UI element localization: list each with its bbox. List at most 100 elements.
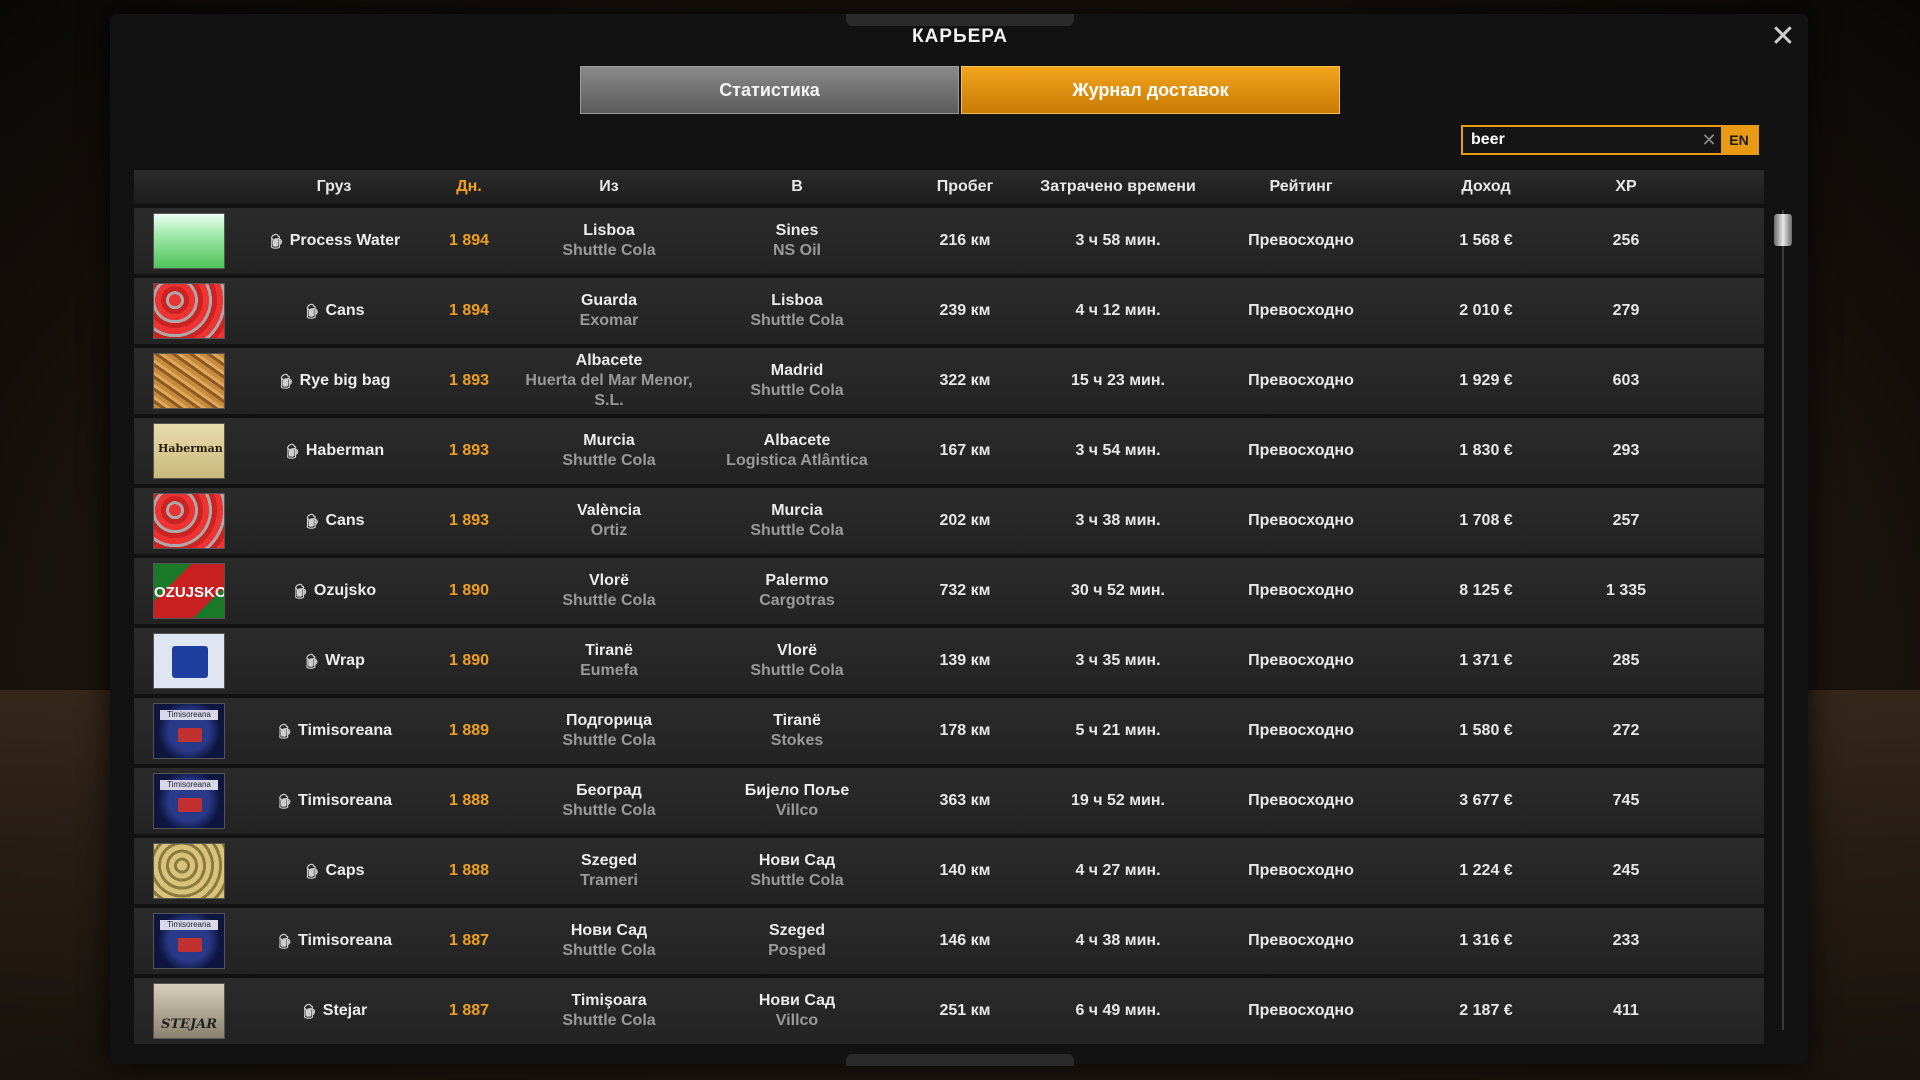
table-row[interactable]: 🍺︎ Rye big bag 1 893 Albacete Huerta del Mar… — [134, 348, 1764, 414]
rating-cell: Превосходно — [1248, 932, 1354, 949]
cargo-cell: 🍺︎ Haberman — [244, 442, 424, 461]
clear-search-icon[interactable]: ✕ — [1697, 130, 1721, 151]
process-water-thumb — [153, 213, 225, 269]
table-row[interactable]: 🍺︎ Cans 1 894 Guarda Exomar Lisboa Shuttle Col… — [134, 278, 1764, 344]
scrollbar-thumb[interactable] — [1774, 214, 1792, 246]
to-cell: Szeged Posped — [704, 921, 890, 961]
header-income[interactable]: Доход — [1406, 178, 1566, 196]
xp-cell: 256 — [1612, 232, 1640, 249]
xp-cell: 293 — [1612, 442, 1640, 459]
cargo-cell: 🍺︎ Wrap — [244, 652, 424, 671]
cargo-cell: 🍺︎ Caps — [244, 862, 424, 881]
delivery-log-table: Груз Дн. Из В Пробег Затрачено времени Р… — [134, 170, 1764, 1044]
from-city: Нови Сад — [570, 922, 648, 939]
day-cell: 1 890 — [448, 582, 490, 599]
to-city: Vlorë — [776, 642, 817, 659]
time-cell: 19 ч 52 мин. — [1071, 792, 1165, 809]
day-cell: 1 887 — [448, 932, 490, 949]
time-cell: 30 ч 52 мин. — [1071, 582, 1165, 599]
from-cell: València Ortiz — [514, 501, 704, 541]
from-cell: Vlorë Shuttle Cola — [514, 571, 704, 611]
header-day[interactable]: Дн. — [424, 178, 514, 196]
close-icon[interactable]: ✕ — [1768, 22, 1798, 52]
table-row[interactable]: OZUJSKO 🍺︎ Ozujsko 1 890 Vlorë Shuttle Cola Pa… — [134, 558, 1764, 624]
to-cell: Vlorë Shuttle Cola — [704, 641, 890, 681]
income-cell: 1 580 € — [1459, 722, 1513, 739]
income-cell: 1 568 € — [1459, 232, 1513, 249]
table-row[interactable]: Timisoreana 🍺︎ Timisoreana 1 889 Подгорица Sh… — [134, 698, 1764, 764]
from-city: Tiranë — [585, 642, 633, 659]
cargo-name: Timisoreana — [298, 791, 392, 809]
to-city: Нови Сад — [758, 852, 836, 869]
cargo-name: Cans — [325, 511, 365, 529]
xp-cell: 285 — [1612, 652, 1640, 669]
income-cell: 2 187 € — [1459, 1002, 1513, 1019]
table-row[interactable]: Timisoreana 🍺︎ Timisoreana 1 887 Нови Сад Shu… — [134, 908, 1764, 974]
table-row[interactable]: STEJAR 🍺︎ Stejar 1 887 Timişoara Shuttle Cola… — [134, 978, 1764, 1044]
distance-cell: 139 км — [939, 652, 991, 669]
table-row[interactable]: 🍺︎ Caps 1 888 Szeged Trameri Нови Сад Shuttle … — [134, 838, 1764, 904]
rating-cell: Превосходно — [1248, 372, 1354, 389]
to-company: Shuttle Cola — [750, 312, 844, 329]
caps-thumb — [153, 843, 225, 899]
header-xp[interactable]: XP — [1566, 178, 1686, 196]
scrollbar-track[interactable] — [1782, 210, 1784, 1030]
beer-mug-icon: 🍺︎ — [276, 932, 294, 949]
time-cell: 3 ч 58 мин. — [1075, 232, 1161, 249]
stejar-thumb: STEJAR — [153, 983, 225, 1039]
table-row[interactable]: 🍺︎ Process Water 1 894 Lisboa Shuttle Cola Si… — [134, 208, 1764, 274]
xp-cell: 272 — [1612, 722, 1640, 739]
from-company: Huerta del Mar Menor, S.L. — [525, 372, 693, 409]
distance-cell: 178 км — [939, 722, 991, 739]
to-city: Нови Сад — [758, 992, 836, 1009]
window-bottom-notch — [846, 1054, 1074, 1066]
from-cell: Нови Сад Shuttle Cola — [514, 921, 704, 961]
header-distance[interactable]: Пробег — [890, 178, 1040, 196]
header-from[interactable]: Из — [514, 178, 704, 196]
from-company: Shuttle Cola — [562, 452, 656, 469]
from-cell: Albacete Huerta del Mar Menor, S.L. — [514, 351, 704, 411]
table-row[interactable]: Haberman 🍺︎ Haberman 1 893 Murcia Shuttle Col… — [134, 418, 1764, 484]
to-city: Albacete — [763, 432, 831, 449]
language-indicator[interactable]: EN — [1721, 127, 1757, 153]
to-city: Tiranë — [773, 712, 821, 729]
tab-bar: Статистика Журнал доставок — [580, 66, 1340, 114]
to-company: Shuttle Cola — [750, 662, 844, 679]
cargo-image-cell: Timisoreana — [134, 773, 244, 829]
beer-mug-icon: 🍺︎ — [303, 652, 321, 669]
to-cell: Lisboa Shuttle Cola — [704, 291, 890, 331]
to-city: Madrid — [770, 362, 824, 379]
ozujsko-thumb: OZUJSKO — [153, 563, 225, 619]
header-rating[interactable]: Рейтинг — [1196, 178, 1406, 196]
table-row[interactable]: 🍺︎ Wrap 1 890 Tiranë Eumefa Vlorë Shuttle Cola… — [134, 628, 1764, 694]
distance-cell: 322 км — [939, 372, 991, 389]
rating-cell: Превосходно — [1248, 862, 1354, 879]
to-cell: Palermo Cargotras — [704, 571, 890, 611]
xp-cell: 603 — [1612, 372, 1640, 389]
to-company: Shuttle Cola — [750, 382, 844, 399]
to-company: Shuttle Cola — [750, 872, 844, 889]
table-row[interactable]: Timisoreana 🍺︎ Timisoreana 1 888 Београд Shut… — [134, 768, 1764, 834]
table-row[interactable]: 🍺︎ Cans 1 893 València Ortiz Murcia Shuttle Co… — [134, 488, 1764, 554]
tab-delivery-log[interactable]: Журнал доставок — [961, 66, 1340, 114]
time-cell: 5 ч 21 мин. — [1075, 722, 1161, 739]
haberman-thumb: Haberman — [153, 423, 225, 479]
day-cell: 1 894 — [448, 302, 490, 319]
cargo-cell: 🍺︎ Process Water — [244, 232, 424, 251]
from-city: Vlorë — [588, 572, 629, 589]
from-company: Shuttle Cola — [562, 802, 656, 819]
cargo-cell: 🍺︎ Timisoreana — [244, 932, 424, 951]
time-cell: 15 ч 23 мин. — [1071, 372, 1165, 389]
beer-mug-icon: 🍺︎ — [303, 862, 322, 879]
tab-statistics[interactable]: Статистика — [580, 66, 959, 114]
distance-cell: 732 км — [939, 582, 991, 599]
time-cell: 4 ч 27 мин. — [1075, 862, 1161, 879]
to-company: Villco — [775, 1012, 819, 1029]
income-cell: 1 371 € — [1459, 652, 1513, 669]
to-company: Cargotras — [759, 592, 835, 609]
header-cargo[interactable]: Груз — [244, 178, 424, 196]
header-time[interactable]: Затрачено времени — [1040, 178, 1196, 196]
header-to[interactable]: В — [704, 178, 890, 196]
window-title: КАРЬЕРА — [911, 26, 1009, 47]
search-input[interactable] — [1463, 126, 1697, 154]
